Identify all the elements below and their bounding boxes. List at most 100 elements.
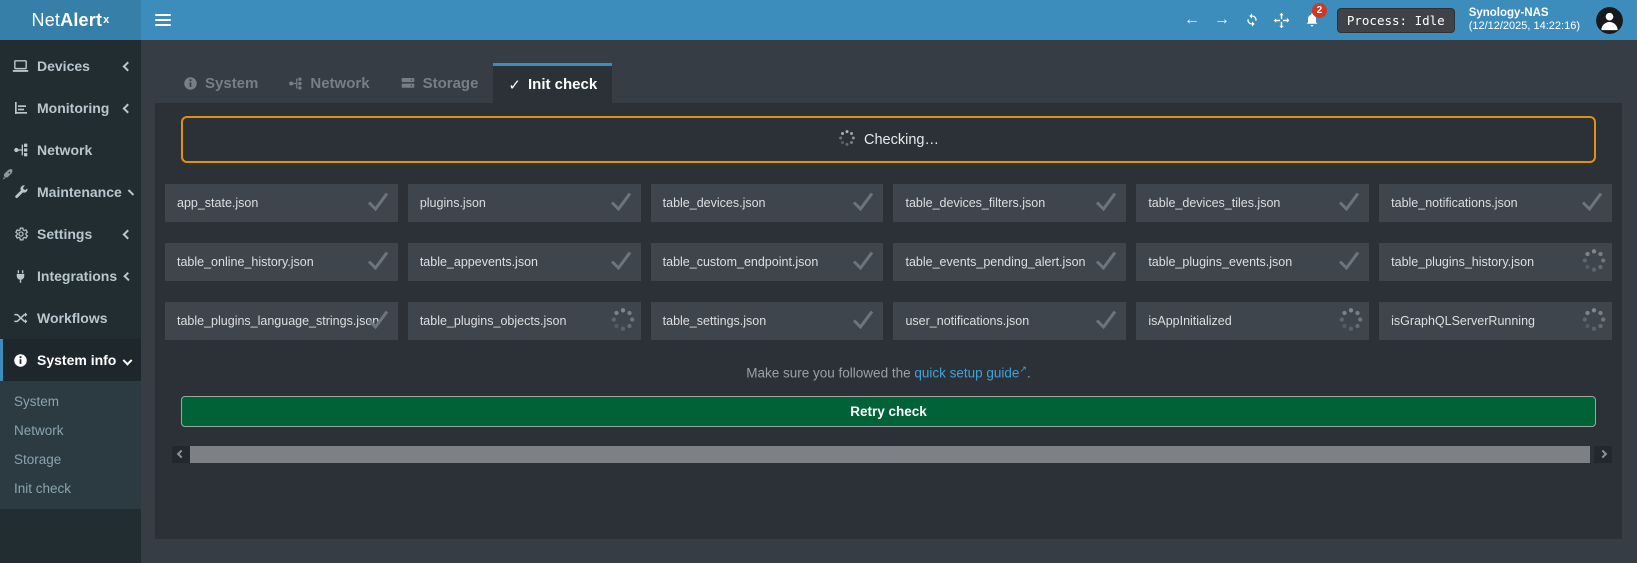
host-name: Synology-NAS (1469, 6, 1580, 20)
chevron-left-icon (123, 229, 133, 239)
check-item: table_appevents.json (408, 243, 641, 281)
sidebar-item-system-info[interactable]: System info (0, 339, 141, 381)
external-link-icon: ↗ (1019, 364, 1027, 374)
sidebar-toggle-button[interactable] (155, 14, 171, 26)
sidebar-item-workflows[interactable]: Workflows (0, 297, 141, 339)
check-success-icon (848, 308, 878, 335)
check-item: table_devices_tiles.json (1136, 184, 1369, 222)
check-item: table_plugins_history.json (1379, 243, 1612, 281)
sidebar-item-label: Workflows (37, 310, 131, 326)
submenu-item-label: System (14, 394, 59, 409)
check-item-label: table_plugins_events.json (1148, 255, 1292, 269)
top-navbar: NetAlertx ← → 2 Process: Idle Synology-N… (0, 0, 1637, 40)
spinner-icon (1581, 248, 1607, 277)
check-success-icon (1091, 249, 1121, 276)
check-success-icon (606, 190, 636, 217)
submenu-item-system[interactable]: System (0, 387, 141, 416)
check-item-label: plugins.json (420, 196, 486, 210)
submenu-item-storage[interactable]: Storage (0, 445, 141, 474)
check-item: table_events_pending_alert.json (893, 243, 1126, 281)
chart-icon (12, 100, 29, 116)
move-icon[interactable] (1267, 0, 1297, 40)
sidebar-item-maintenance[interactable]: Maintenance (0, 171, 141, 213)
brand-sup: x (103, 14, 109, 26)
check-success-icon (363, 249, 393, 276)
init-check-panel: Checking… app_state.json plugins.json ta… (155, 103, 1622, 539)
check-success-icon (606, 249, 636, 276)
check-item-label: table_appevents.json (420, 255, 538, 269)
check-item: table_custom_endpoint.json (651, 243, 884, 281)
tab-label: System (205, 75, 258, 92)
sidebar-item-label: Maintenance (37, 184, 122, 200)
server-icon (400, 75, 416, 91)
check-item: isAppInitialized (1136, 302, 1369, 340)
scrollbar-track[interactable] (190, 446, 1590, 463)
check-item: plugins.json (408, 184, 641, 222)
info-circle-icon (12, 353, 29, 368)
notifications-bell-icon[interactable]: 2 (1297, 0, 1327, 40)
shuffle-icon (12, 310, 29, 326)
quick-setup-guide-link[interactable]: quick setup guide (914, 366, 1019, 381)
spinner-icon (610, 307, 636, 336)
setup-guide-hint: Make sure you followed the quick setup g… (165, 364, 1612, 381)
sidebar-item-settings[interactable]: Settings (0, 213, 141, 255)
check-item: table_notifications.json (1379, 184, 1612, 222)
chevron-left-icon (123, 103, 133, 113)
check-item-label: table_devices_filters.json (905, 196, 1045, 210)
checking-status-box: Checking… (181, 116, 1596, 163)
check-item-label: table_devices_tiles.json (1148, 196, 1280, 210)
sidebar-item-network[interactable]: Network (0, 129, 141, 171)
scroll-left-button[interactable] (172, 446, 190, 463)
horizontal-scrollbar[interactable] (172, 446, 1612, 463)
check-item: table_plugins_events.json (1136, 243, 1369, 281)
check-item: app_state.json (165, 184, 398, 222)
back-arrow-icon[interactable]: ← (1177, 0, 1207, 40)
scroll-right-button[interactable] (1594, 446, 1612, 463)
spinner-icon (838, 129, 856, 151)
tab-label: Init check (528, 76, 597, 93)
check-item-label: table_plugins_language_strings.json (177, 314, 379, 328)
check-item-label: table_online_history.json (177, 255, 314, 269)
host-info: Synology-NAS (12/12/2025, 14:22:16) (1469, 6, 1580, 34)
check-icon: ✓ (508, 76, 521, 94)
sidebar-item-label: Network (37, 142, 131, 158)
tab-network[interactable]: Network (273, 63, 384, 103)
chevron-left-icon (124, 271, 133, 280)
submenu-item-init-check[interactable]: Init check (0, 474, 141, 503)
submenu-item-network[interactable]: Network (0, 416, 141, 445)
app-logo[interactable]: NetAlertx (0, 0, 141, 40)
check-success-icon (848, 249, 878, 276)
sidebar-item-integrations[interactable]: Integrations (0, 255, 141, 297)
chevron-down-icon (123, 355, 133, 365)
tab-label: Storage (423, 75, 479, 92)
check-item: table_settings.json (651, 302, 884, 340)
check-item-label: table_devices.json (663, 196, 766, 210)
check-items-grid: app_state.json plugins.json table_device… (165, 184, 1612, 340)
rocket-icon (1, 168, 14, 186)
info-circle-icon (183, 76, 198, 91)
user-avatar[interactable] (1596, 7, 1623, 34)
check-item: table_plugins_objects.json (408, 302, 641, 340)
spinner-icon (1581, 307, 1607, 336)
check-success-icon (1091, 190, 1121, 217)
sidebar-item-label: Integrations (37, 268, 117, 284)
sidebar-item-monitoring[interactable]: Monitoring (0, 87, 141, 129)
check-success-icon (848, 190, 878, 217)
laptop-icon (12, 58, 29, 75)
tab-system[interactable]: System (168, 63, 273, 103)
check-success-icon (1091, 308, 1121, 335)
sidebar-item-label: Monitoring (37, 100, 116, 116)
network-icon (288, 76, 303, 91)
submenu-item-label: Network (14, 423, 64, 438)
check-success-icon (1577, 190, 1607, 217)
sidebar-item-label: Devices (37, 58, 116, 74)
forward-arrow-icon[interactable]: → (1207, 0, 1237, 40)
sidebar-item-devices[interactable]: Devices (0, 45, 141, 87)
tab-storage[interactable]: Storage (385, 63, 494, 103)
refresh-icon[interactable] (1237, 0, 1267, 40)
retry-check-button[interactable]: Retry check (181, 396, 1596, 427)
tab-init-check[interactable]: ✓ Init check (493, 63, 612, 103)
chevron-left-icon (177, 450, 185, 458)
check-item-label: table_settings.json (663, 314, 767, 328)
check-item: table_devices.json (651, 184, 884, 222)
